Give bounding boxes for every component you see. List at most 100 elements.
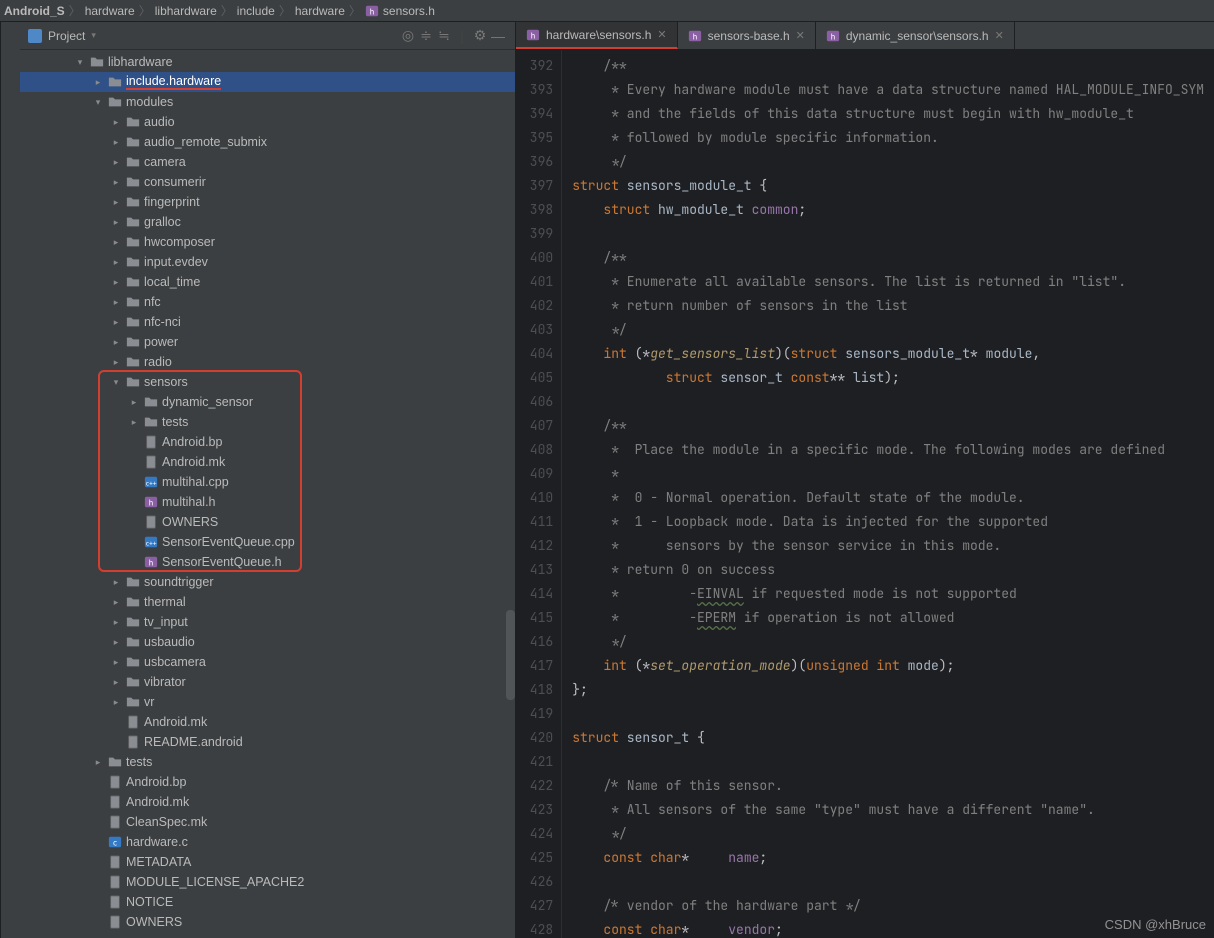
tree-arrow-icon[interactable]: ▸ (110, 677, 122, 688)
tree-item-multihal-cpp[interactable]: c++multihal.cpp (20, 472, 515, 492)
tree-item-label: libhardware (108, 55, 173, 69)
tree-arrow-icon[interactable]: ▸ (110, 237, 122, 248)
tree-item-thermal[interactable]: ▸thermal (20, 592, 515, 612)
tree-arrow-icon[interactable]: ▸ (110, 657, 122, 668)
editor-tab-2[interactable]: hdynamic_sensor\sensors.h✕ (816, 22, 1015, 49)
tree-arrow-icon[interactable]: ▸ (128, 397, 140, 408)
minimize-icon[interactable]: — (489, 27, 507, 45)
tab-close-icon[interactable]: ✕ (796, 29, 805, 42)
tree-item-nfc[interactable]: ▸nfc (20, 292, 515, 312)
tree-arrow-icon[interactable]: ▸ (110, 637, 122, 648)
editor-tab-1[interactable]: hsensors-base.h✕ (678, 22, 816, 49)
tree-item-readme-android[interactable]: README.android (20, 732, 515, 752)
select-opened-file-icon[interactable]: ◎ (399, 27, 417, 45)
svg-text:h: h (149, 499, 154, 508)
tree-item-android-mk[interactable]: Android.mk (20, 452, 515, 472)
tree-item-input-evdev[interactable]: ▸input.evdev (20, 252, 515, 272)
project-tree[interactable]: ▾libhardware▸include.hardware▾modules▸au… (20, 50, 515, 938)
tab-close-icon[interactable]: ✕ (657, 28, 666, 41)
tree-arrow-icon[interactable]: ▸ (110, 177, 122, 188)
tree-item-camera[interactable]: ▸camera (20, 152, 515, 172)
tree-item-cleanspec-mk[interactable]: CleanSpec.mk (20, 812, 515, 832)
tree-item-tests[interactable]: ▸tests (20, 412, 515, 432)
tree-item-android-mk[interactable]: Android.mk (20, 712, 515, 732)
tree-arrow-icon[interactable]: ▸ (110, 357, 122, 368)
tree-item-usbcamera[interactable]: ▸usbcamera (20, 652, 515, 672)
tree-arrow-icon[interactable]: ▸ (110, 297, 122, 308)
crumb-file[interactable]: sensors.h (383, 4, 435, 18)
tree-item-power[interactable]: ▸power (20, 332, 515, 352)
tree-arrow-icon[interactable]: ▸ (110, 217, 122, 228)
code-content[interactable]: /** * Every hardware module must have a … (562, 50, 1214, 938)
code-area[interactable]: 392 393 394 395 396 397 398 399 400 401 … (516, 50, 1214, 938)
crumb-libhardware[interactable]: libhardware (155, 4, 217, 18)
tree-arrow-icon[interactable]: ▾ (110, 377, 122, 388)
tree-arrow-icon[interactable]: ▸ (110, 317, 122, 328)
tree-arrow-icon[interactable]: ▸ (110, 197, 122, 208)
tree-item-soundtrigger[interactable]: ▸soundtrigger (20, 572, 515, 592)
project-panel-title[interactable]: Project (48, 29, 85, 43)
tree-item-tests[interactable]: ▸tests (20, 752, 515, 772)
tree-arrow-icon[interactable]: ▸ (110, 157, 122, 168)
editor-tab-0[interactable]: hhardware\sensors.h✕ (516, 22, 678, 49)
tree-item-consumerir[interactable]: ▸consumerir (20, 172, 515, 192)
expand-all-icon[interactable]: ≑ (417, 27, 435, 45)
tree-item-sensoreventqueue-h[interactable]: hSensorEventQueue.h (20, 552, 515, 572)
collapse-all-icon[interactable]: ≒ (435, 27, 453, 45)
tree-item-android-bp[interactable]: Android.bp (20, 772, 515, 792)
tree-item-usbaudio[interactable]: ▸usbaudio (20, 632, 515, 652)
tree-item-local_time[interactable]: ▸local_time (20, 272, 515, 292)
tree-item-gralloc[interactable]: ▸gralloc (20, 212, 515, 232)
tree-item-fingerprint[interactable]: ▸fingerprint (20, 192, 515, 212)
tree-item-module_license_apache2[interactable]: MODULE_LICENSE_APACHE2 (20, 872, 515, 892)
tree-arrow-icon[interactable]: ▸ (92, 77, 104, 88)
tree-arrow-icon[interactable]: ▸ (110, 337, 122, 348)
tree-item-notice[interactable]: NOTICE (20, 892, 515, 912)
tree-item-nfc-nci[interactable]: ▸ nfc-nci (20, 312, 515, 332)
tree-arrow-icon[interactable]: ▾ (74, 57, 86, 68)
tree-item-tv_input[interactable]: ▸tv_input (20, 612, 515, 632)
tree-item-vibrator[interactable]: ▸vibrator (20, 672, 515, 692)
tree-item-libhardware[interactable]: ▾ libhardware (20, 52, 515, 72)
tree-arrow-icon[interactable]: ▸ (110, 257, 122, 268)
tree-arrow-icon[interactable]: ▸ (110, 137, 122, 148)
folder-icon (126, 115, 140, 129)
tree-item-owners[interactable]: OWNERS (20, 912, 515, 932)
tree-item-sensors[interactable]: ▾sensors (20, 372, 515, 392)
tree-item-modules[interactable]: ▾modules (20, 92, 515, 112)
tree-item-vr[interactable]: ▸vr (20, 692, 515, 712)
tree-item-label: MODULE_LICENSE_APACHE2 (126, 875, 304, 889)
tree-item-label: nfc-nci (144, 315, 181, 329)
folder-icon (126, 375, 140, 389)
tree-item-include-hardware[interactable]: ▸include.hardware (20, 72, 515, 92)
tree-item-audio[interactable]: ▸audio (20, 112, 515, 132)
settings-icon[interactable]: ⚙ (471, 27, 489, 45)
tree-item-multihal-h[interactable]: hmultihal.h (20, 492, 515, 512)
tree-item-dynamic_sensor[interactable]: ▸dynamic_sensor (20, 392, 515, 412)
tree-arrow-icon[interactable]: ▸ (110, 617, 122, 628)
tree-item-owners[interactable]: OWNERS (20, 512, 515, 532)
dropdown-icon[interactable]: ▾ (91, 30, 96, 41)
crumb-hardware2[interactable]: hardware (295, 4, 345, 18)
tab-close-icon[interactable]: ✕ (995, 29, 1004, 42)
tree-item-hwcomposer[interactable]: ▸hwcomposer (20, 232, 515, 252)
crumb-hardware[interactable]: hardware (85, 4, 135, 18)
crumb-include[interactable]: include (237, 4, 275, 18)
tree-arrow-icon[interactable]: ▾ (92, 97, 104, 108)
tree-arrow-icon[interactable]: ▸ (128, 417, 140, 428)
tree-arrow-icon[interactable]: ▸ (110, 597, 122, 608)
tree-arrow-icon[interactable]: ▸ (110, 577, 122, 588)
tree-arrow-icon[interactable]: ▸ (110, 117, 122, 128)
tree-arrow-icon[interactable]: ▸ (110, 697, 122, 708)
tree-item-audio_remote_submix[interactable]: ▸audio_remote_submix (20, 132, 515, 152)
tree-scrollbar[interactable] (506, 610, 515, 700)
tree-item-radio[interactable]: ▸radio (20, 352, 515, 372)
tree-item-android-mk[interactable]: Android.mk (20, 792, 515, 812)
tree-item-hardware-c[interactable]: chardware.c (20, 832, 515, 852)
tree-arrow-icon[interactable]: ▸ (92, 757, 104, 768)
tree-item-metadata[interactable]: METADATA (20, 852, 515, 872)
tree-arrow-icon[interactable]: ▸ (110, 277, 122, 288)
tree-item-android-bp[interactable]: Android.bp (20, 432, 515, 452)
tree-item-sensoreventqueue-cpp[interactable]: c++SensorEventQueue.cpp (20, 532, 515, 552)
crumb-root[interactable]: Android_S (4, 4, 65, 18)
